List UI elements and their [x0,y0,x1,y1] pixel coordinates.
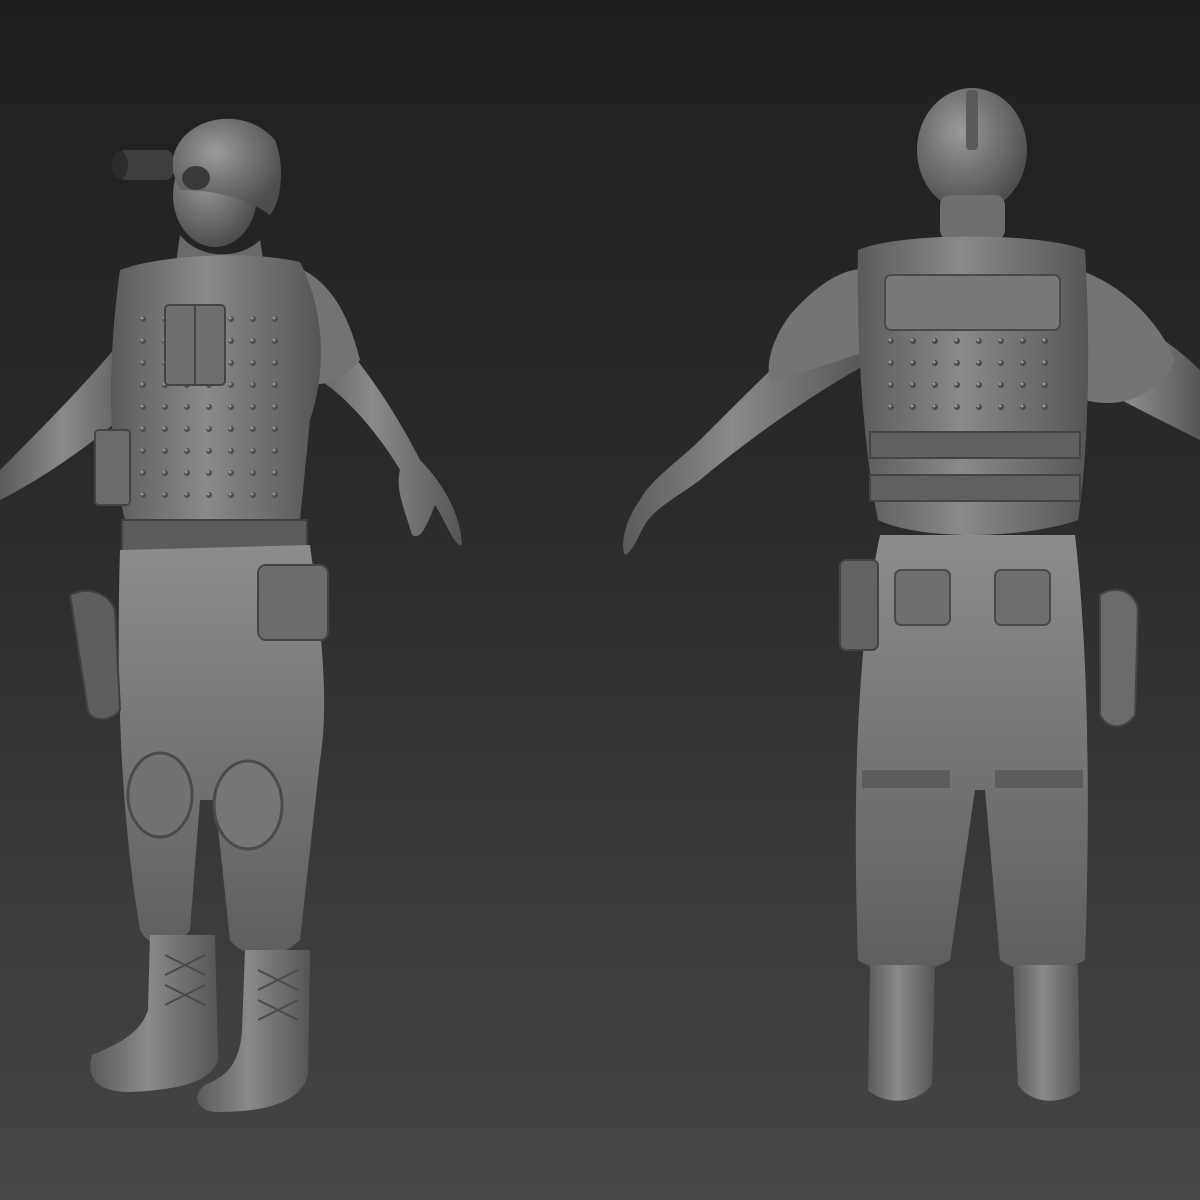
figure-front [0,118,462,1112]
sculpt-render [0,88,1200,1112]
viewport-canvas[interactable] [0,0,1200,1200]
figure-back [623,88,1200,1101]
